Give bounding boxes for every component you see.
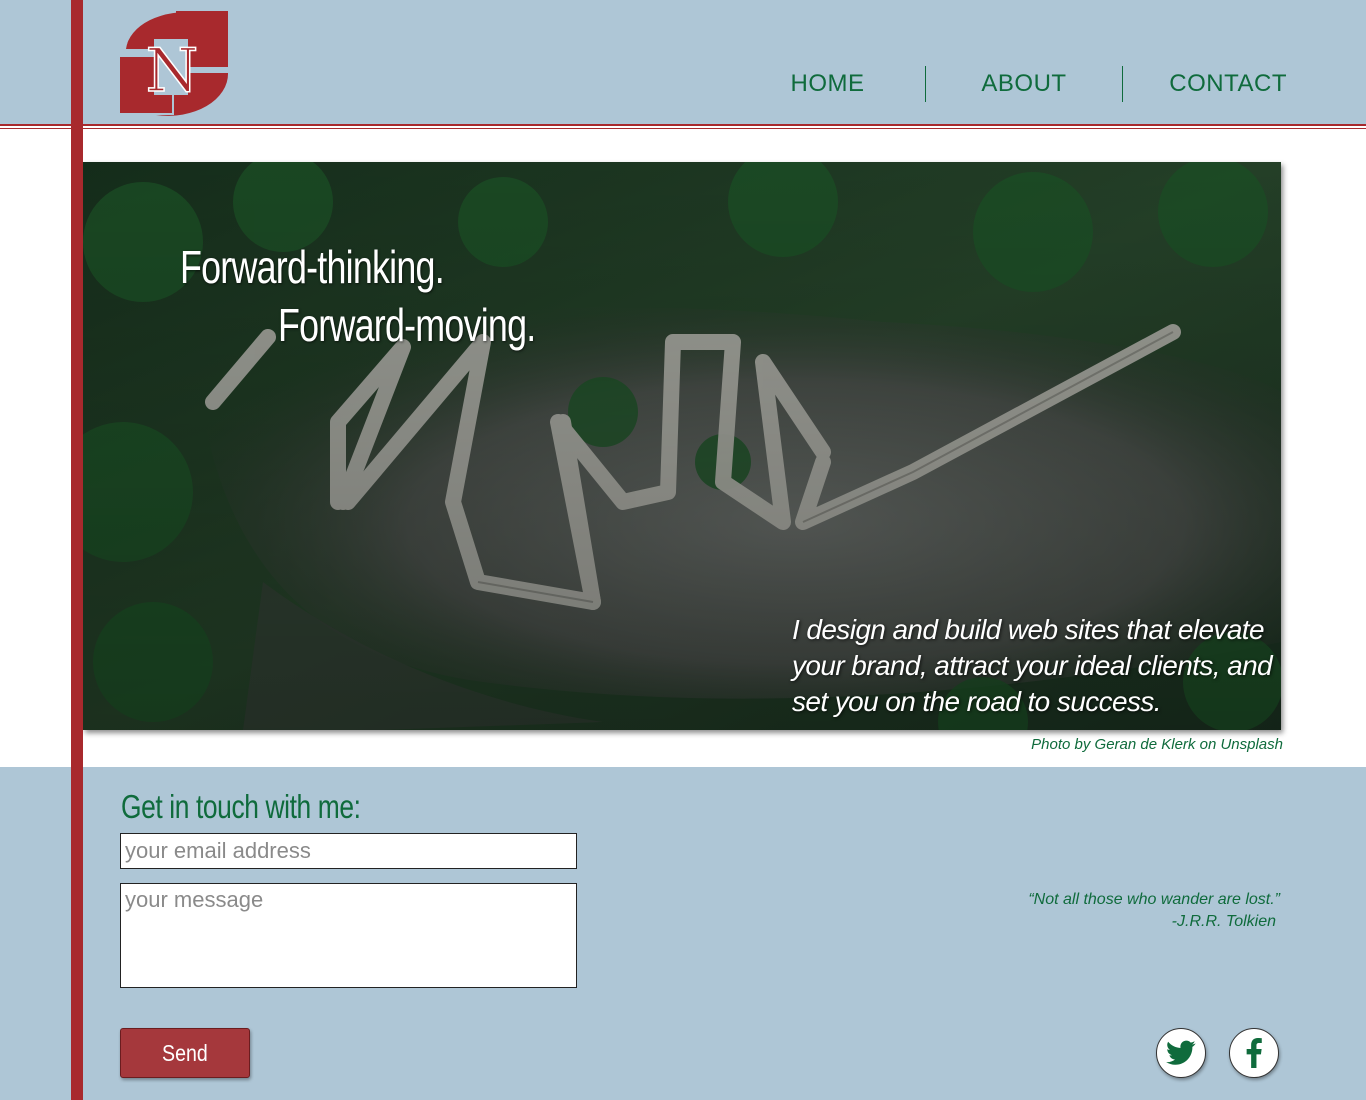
photo-credit: Photo by Geran de Klerk on Unsplash [1031,736,1283,753]
quote-text: “Not all those who wander are lost.” [1028,891,1280,908]
send-button-label: Send [162,1039,208,1066]
contact-heading: Get in touch with me: [121,788,361,825]
twitter-icon [1166,1040,1196,1065]
hero-banner: Forward-thinking. Forward-moving. I desi… [83,162,1281,730]
quote-author: -J.R.R. Tolkien [1171,913,1276,930]
nav-home-link[interactable]: HOME [730,70,925,98]
header-divider-thin [0,128,1366,129]
facebook-icon [1246,1038,1262,1068]
hero-headline-line2: Forward-moving. [278,299,536,351]
facebook-button[interactable] [1229,1028,1279,1078]
quote-block: “Not all those who wander are lost.” -J.… [1028,889,1280,933]
email-field[interactable] [120,833,577,869]
svg-text:N: N [146,36,199,106]
nav-about-link[interactable]: ABOUT [926,70,1122,98]
send-button[interactable]: Send [120,1028,250,1078]
site-logo[interactable]: N [118,9,230,119]
hero-headline-line1: Forward-thinking. [180,241,445,293]
main-nav: HOME ABOUT CONTACT [730,64,1287,104]
left-accent-bar [71,0,83,1100]
twitter-button[interactable] [1156,1028,1206,1078]
nav-contact-link[interactable]: CONTACT [1123,70,1287,98]
hero-tagline: I design and build web sites that elevat… [792,614,1273,717]
message-field[interactable] [120,883,577,988]
header-divider [0,124,1366,126]
logo-mark-icon: N [120,11,229,116]
